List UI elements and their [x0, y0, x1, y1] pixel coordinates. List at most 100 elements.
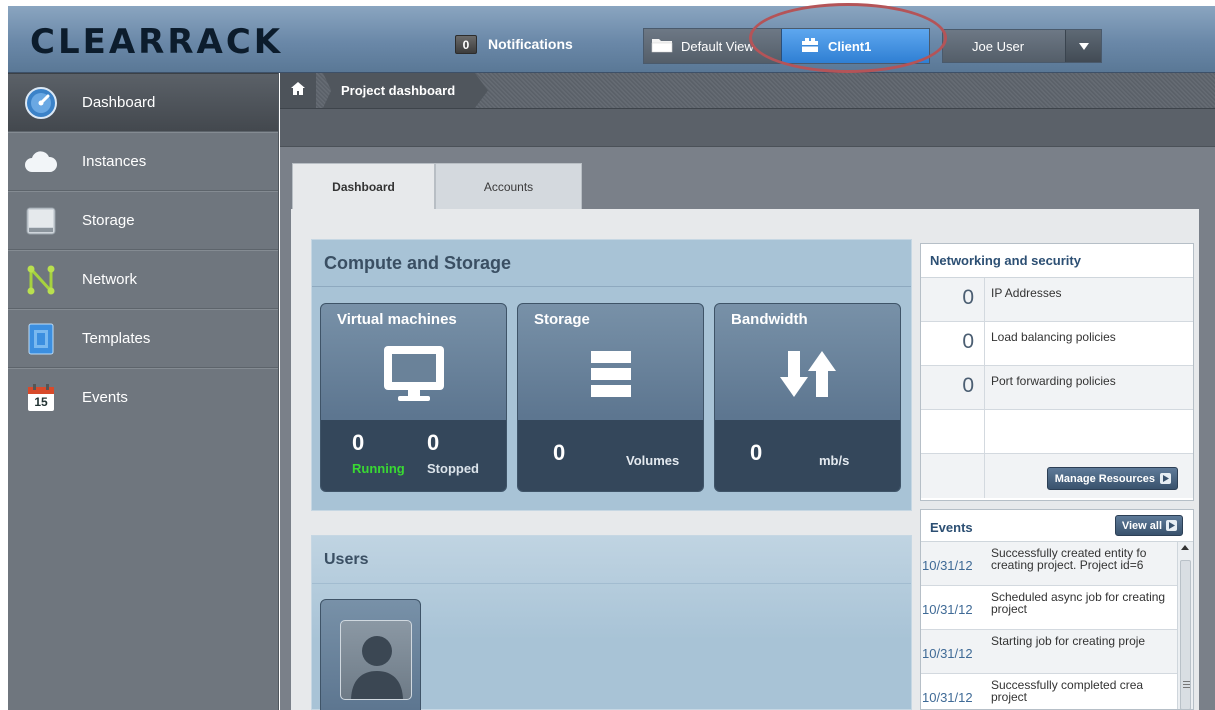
section-title: Compute and Storage: [324, 253, 512, 273]
networking-security-section: Networking and security 0 IP Addresses 0…: [920, 243, 1194, 501]
user-silhouette-icon: [351, 636, 403, 699]
sidebar: Dashboard Instances Storage Network Temp…: [8, 73, 279, 710]
highlight-annotation-ellipse: [749, 3, 947, 73]
sidebar-item-storage[interactable]: Storage: [8, 191, 278, 250]
breadcrumb: Project dashboard: [280, 73, 1215, 109]
storage-volume-count: 0: [553, 440, 566, 465]
tab-dashboard[interactable]: Dashboard: [292, 163, 435, 209]
notifications-label: Notifications: [488, 36, 573, 52]
calendar-icon: 15: [22, 379, 60, 417]
divider: [312, 583, 911, 584]
dashboard-panel: Compute and Storage Virtual machines 0 R…: [291, 209, 1199, 710]
list-item[interactable]: 0 Port forwarding policies: [921, 366, 1193, 410]
toolbar-strip: [280, 109, 1215, 147]
breadcrumb-home-button[interactable]: [280, 73, 316, 108]
home-icon: [291, 81, 305, 100]
users-section: Users: [311, 535, 912, 710]
section-title: Events: [930, 520, 973, 535]
tile-stats: 0 Running 0 Stopped: [321, 420, 506, 491]
breadcrumb-current[interactable]: Project dashboard: [323, 73, 488, 108]
list-item[interactable]: 10/31/12 Starting job for creating proje: [921, 630, 1179, 674]
event-text: Successfully completed crea project: [991, 678, 1144, 704]
section-title: Users: [324, 551, 369, 568]
compute-storage-section: Compute and Storage Virtual machines 0 R…: [311, 239, 912, 511]
tile-stats: 0 Volumes: [518, 420, 703, 491]
sidebar-item-label: Templates: [82, 329, 151, 347]
sidebar-item-label: Network: [82, 270, 138, 288]
vm-running-count: 0: [352, 430, 365, 455]
events-section: Events View all 10/31/12 Successfully cr…: [920, 509, 1194, 710]
scroll-up-arrow-icon[interactable]: [1181, 545, 1189, 550]
main-content: Project dashboard Dashboard Accounts Com…: [280, 73, 1215, 710]
sidebar-item-label: Instances: [82, 152, 147, 170]
cloud-icon: [22, 143, 60, 181]
grip-icon: [1183, 681, 1190, 682]
tab-accounts[interactable]: Accounts: [435, 163, 582, 209]
list-item[interactable]: 0 IP Addresses: [921, 278, 1193, 322]
logo: CLEARRACK: [30, 22, 284, 62]
scrollbar-thumb[interactable]: [1180, 560, 1191, 709]
sidebar-item-label: Dashboard: [82, 93, 156, 111]
sidebar-item-instances[interactable]: Instances: [8, 132, 278, 191]
event-text: Starting job for creating proje: [991, 634, 1146, 648]
user-dropdown-toggle[interactable]: [1065, 30, 1101, 62]
bandwidth-unit: mb/s: [819, 453, 850, 468]
notifications-button[interactable]: 0 Notifications: [455, 33, 573, 55]
event-date: 10/31/12: [922, 602, 973, 617]
list-item[interactable]: 0 Load balancing policies: [921, 322, 1193, 366]
folder-icon: [651, 37, 673, 56]
divider: [984, 454, 985, 498]
template-icon: [22, 320, 60, 358]
event-text: Successfully created entity fo creating …: [991, 546, 1147, 572]
chevron-down-icon: [1078, 37, 1089, 55]
manage-resources-button[interactable]: Manage Resources: [1046, 467, 1178, 490]
list-item[interactable]: 10/31/12 Successfully created entity fo …: [921, 542, 1179, 586]
transfer-arrows-icon: [715, 339, 900, 409]
ip-address-label: IP Addresses: [991, 286, 1062, 300]
load-balancing-count: 0: [962, 330, 974, 353]
network-icon: [22, 261, 60, 299]
bandwidth-value: 0: [750, 440, 763, 465]
events-scrollbar[interactable]: [1177, 542, 1193, 709]
divider: [984, 322, 985, 365]
event-date: 10/31/12: [922, 558, 973, 573]
user-menu[interactable]: Joe User: [942, 29, 1102, 63]
ip-address-count: 0: [962, 286, 974, 309]
monitor-icon: [321, 339, 506, 409]
sidebar-item-templates[interactable]: Templates: [8, 309, 278, 368]
event-text: Scheduled async job for creating project: [991, 590, 1166, 616]
view-all-button[interactable]: View all: [1114, 515, 1183, 536]
list-item: [921, 410, 1193, 454]
storage-stack-icon: [518, 339, 703, 409]
storage-unit: Volumes: [626, 453, 680, 468]
sidebar-item-dashboard[interactable]: Dashboard: [8, 73, 278, 132]
divider: [984, 278, 985, 321]
notifications-count-badge: 0: [455, 34, 477, 54]
divider: [984, 366, 985, 409]
divider: [312, 286, 911, 287]
vm-running-label: Running: [352, 461, 405, 476]
vm-stopped-label: Stopped: [427, 461, 479, 476]
events-list: 10/31/12 Successfully created entity fo …: [921, 542, 1179, 709]
user-card[interactable]: [320, 599, 421, 710]
view-all-label: View all: [1121, 519, 1162, 532]
dashboard-gauge-icon: [22, 84, 60, 122]
default-view-label: Default View: [681, 38, 754, 54]
list-item[interactable]: 10/31/12 Scheduled async job for creatin…: [921, 586, 1179, 630]
storage-tile[interactable]: Storage 0 Volumes: [517, 303, 704, 492]
tile-title: Bandwidth: [731, 311, 808, 328]
sidebar-item-network[interactable]: Network: [8, 250, 278, 309]
sidebar-item-label: Storage: [82, 211, 135, 229]
play-arrow-icon: [1166, 520, 1177, 531]
vm-stopped-count: 0: [427, 430, 440, 455]
bandwidth-tile[interactable]: Bandwidth 0 mb/s: [714, 303, 901, 492]
sidebar-item-events[interactable]: 15 Events: [8, 368, 278, 427]
avatar: [340, 620, 412, 700]
list-item[interactable]: 10/31/12 Successfully completed crea pro…: [921, 674, 1179, 709]
section-title: Networking and security: [921, 244, 1193, 278]
port-forwarding-label: Port forwarding policies: [991, 374, 1116, 388]
load-balancing-label: Load balancing policies: [991, 330, 1116, 344]
list-footer: Manage Resources: [921, 454, 1193, 498]
play-arrow-icon: [1160, 473, 1171, 484]
virtual-machines-tile[interactable]: Virtual machines 0 Running 0 Stopped: [320, 303, 507, 492]
